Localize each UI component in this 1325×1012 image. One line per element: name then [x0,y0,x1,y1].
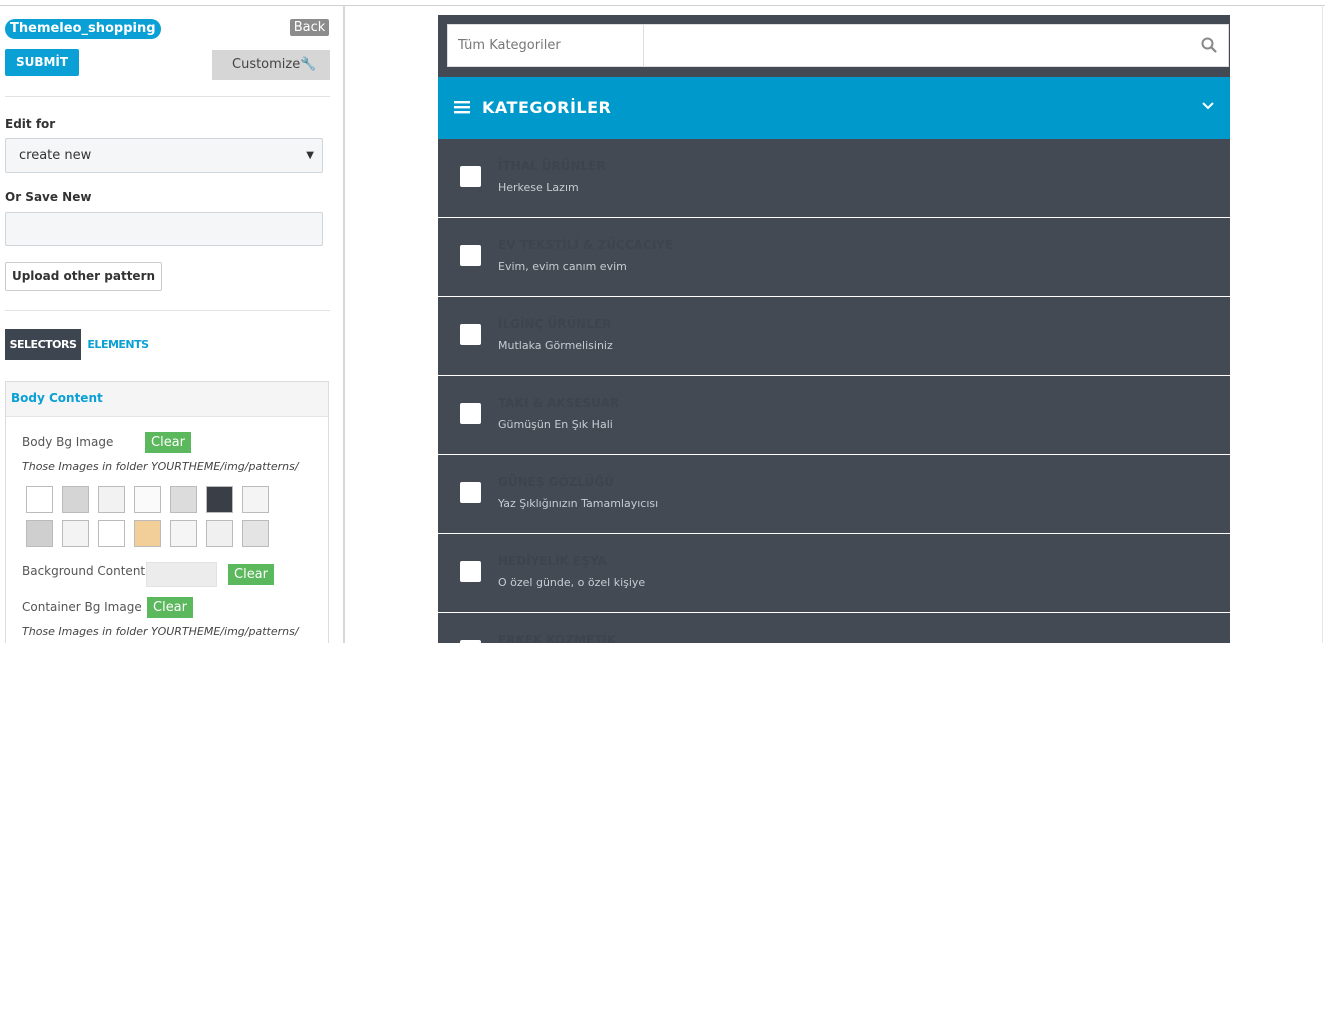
category-subtitle: Gümüşün En Şık Hali [498,418,613,431]
pattern-swatch[interactable] [134,520,161,547]
background-content-label: Background Content [22,564,146,578]
panel-title[interactable]: Body Content [6,382,328,417]
category-name: HEDİYELİK EŞYA [498,554,607,568]
divider [5,96,330,97]
item-icon [460,640,481,643]
category-item[interactable]: TAKI & AKSESUAR Gümüşün En Şık Hali [438,376,1230,455]
pattern-swatch[interactable] [206,486,233,513]
gift-icon [460,561,481,582]
customizer-panel: Themeleo_shopping Back SUBMİT Customize🔧… [0,0,343,643]
category-item[interactable]: İLGİNÇ ÜRÜNLER Mutlaka Görmelisiniz [438,297,1230,376]
category-name: TAKI & AKSESUAR [498,396,620,410]
body-bg-image-label: Body Bg Image [22,435,114,449]
search-icon[interactable] [1200,36,1218,54]
patterns-note-2: Those Images in folder YOURTHEME/img/pat… [22,625,299,638]
dropdown-caret-icon: ▼ [306,150,314,161]
category-subtitle: Evim, evim canım evim [498,260,627,273]
pattern-swatch[interactable] [242,520,269,547]
edit-for-select[interactable]: create new ▼ [5,138,323,173]
pattern-swatch[interactable] [98,486,125,513]
pattern-swatch[interactable] [62,486,89,513]
category-subtitle: Yaz Şıklığınızın Tamamlayıcısı [498,497,659,510]
wrench-icon: 🔧 [300,57,317,72]
patterns-note: Those Images in folder YOURTHEME/img/pat… [22,460,299,473]
search-bar[interactable]: Tüm Kategoriler [447,24,1229,67]
category-subtitle: O özel günde, o özel kişiye [498,576,646,589]
category-name: GÜNEŞ GÖZLÜĞÜ [498,475,614,489]
chevron-down-icon[interactable] [1202,101,1214,111]
edit-for-label: Edit for [5,117,56,131]
customize-button[interactable]: Customize🔧 [212,50,330,80]
glasses-icon [460,482,481,503]
search-category-select[interactable]: Tüm Kategoriler [448,25,644,66]
category-item[interactable]: HEDİYELİK EŞYA O özel günde, o özel kişiy… [438,534,1230,613]
category-item[interactable]: EV TEKSTİLİ & ZÜCCACİYE Evim, evim canım … [438,218,1230,297]
book-icon [460,324,481,345]
category-name: EV TEKSTİLİ & ZÜCCACİYE [498,238,674,252]
container-bg-image-label: Container Bg Image [22,600,142,614]
theme-name-badge[interactable]: Themeleo_shopping [5,19,161,39]
pattern-swatch[interactable] [98,520,125,547]
category-item[interactable]: GÜNEŞ GÖZLÜĞÜ Yaz Şıklığınızın Tamamlayıc… [438,455,1230,534]
category-name: İLGİNÇ ÜRÜNLER [498,317,612,331]
category-name: İTHAL ÜRÜNLER [498,159,606,173]
categories-title: KATEGORİLER [482,98,612,117]
pattern-swatch[interactable] [206,520,233,547]
scrollbar-edge [1322,5,1323,643]
divider [5,310,330,311]
bowl-icon [460,245,481,266]
category-name: ERKEK KOZMETİK [498,633,617,643]
save-new-input[interactable] [5,212,323,246]
save-new-label: Or Save New [5,190,92,204]
category-subtitle: Mutlaka Görmelisiniz [498,339,613,352]
category-subtitle: Herkese Lazım [498,181,579,194]
pattern-swatch[interactable] [26,486,53,513]
submit-button[interactable]: SUBMİT [5,49,79,76]
background-content-color-input[interactable] [146,562,217,587]
pattern-swatch[interactable] [134,486,161,513]
globe-icon [460,166,481,187]
tab-selectors[interactable]: SELECTORS [5,329,81,360]
pattern-swatch[interactable] [242,486,269,513]
edit-for-value: create new [19,148,92,163]
upload-pattern-button[interactable]: Upload other pattern [5,262,162,291]
category-menu-preview: Tüm Kategoriler KATEGORİLER İTHAL ÜRÜNLE… [438,15,1230,643]
categories-header[interactable]: KATEGORİLER [438,77,1230,139]
clear-background-content-button[interactable]: Clear [228,564,274,585]
clear-container-bg-button[interactable]: Clear [147,597,193,618]
customize-label: Customize [232,57,301,72]
category-item[interactable]: İTHAL ÜRÜNLER Herkese Lazım [438,139,1230,218]
jewel-icon [460,403,481,424]
category-item[interactable]: ERKEK KOZMETİK [438,613,1230,643]
pattern-swatch[interactable] [170,486,197,513]
clear-body-bg-button[interactable]: Clear [145,432,191,453]
back-button[interactable]: Back [290,19,329,36]
hamburger-menu-icon [454,101,470,114]
tab-elements[interactable]: ELEMENTS [87,329,149,360]
pattern-swatch[interactable] [26,520,53,547]
pattern-swatch[interactable] [170,520,197,547]
panel-divider[interactable] [343,5,345,643]
pattern-swatch[interactable] [62,520,89,547]
